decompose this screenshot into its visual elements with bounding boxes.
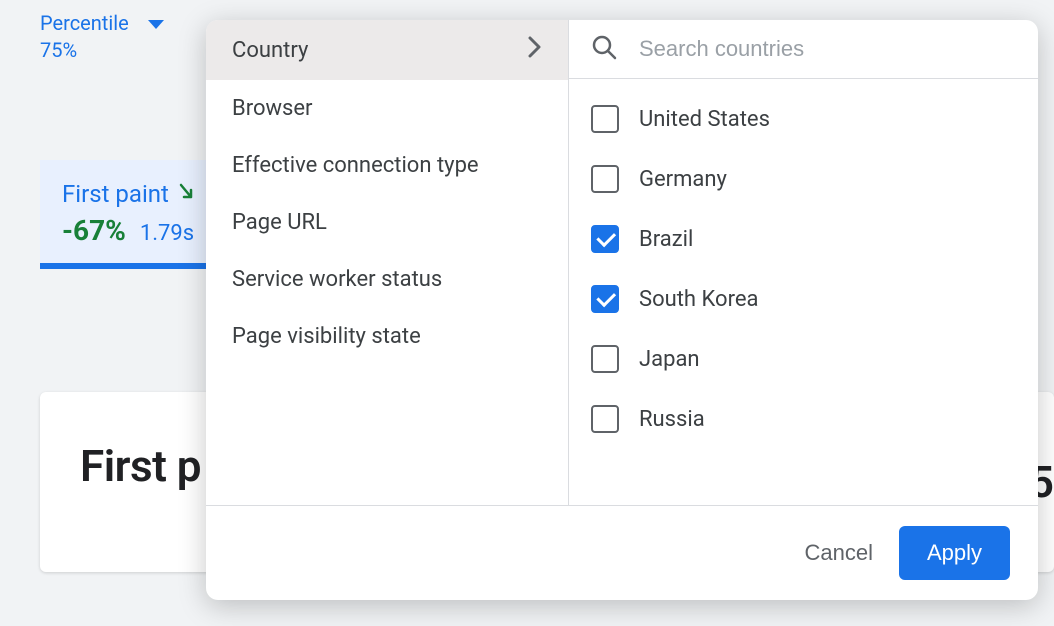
checkbox-icon [591, 105, 619, 133]
percentile-value: 75% [40, 37, 129, 64]
options-list: United States Germany Brazil South Korea… [569, 79, 1038, 505]
dialog-body: Country Browser Effective connection typ… [206, 20, 1038, 505]
option-japan[interactable]: Japan [591, 329, 1016, 389]
option-south-korea[interactable]: South Korea [591, 269, 1016, 329]
trend-down-icon [179, 183, 199, 205]
filter-category-browser[interactable]: Browser [206, 80, 568, 137]
option-label: Brazil [639, 227, 693, 252]
percentile-label: Percentile [40, 10, 129, 37]
checkbox-checked-icon [591, 225, 619, 253]
metric-title: First paint [62, 180, 169, 208]
dialog-footer: Cancel Apply [206, 505, 1038, 600]
filter-category-page-url[interactable]: Page URL [206, 194, 568, 251]
checkbox-checked-icon [591, 285, 619, 313]
search-icon [591, 34, 617, 64]
option-united-states[interactable]: United States [591, 89, 1016, 149]
checkbox-icon [591, 345, 619, 373]
filter-category-label: Browser [232, 96, 313, 121]
filter-category-ect[interactable]: Effective connection type [206, 137, 568, 194]
filter-category-sw-status[interactable]: Service worker status [206, 251, 568, 308]
filter-category-list: Country Browser Effective connection typ… [206, 20, 569, 505]
filter-category-label: Page URL [232, 210, 327, 235]
percentile-text: Percentile 75% [40, 10, 129, 64]
caret-down-icon [147, 16, 165, 35]
metric-time: 1.79s [140, 221, 194, 246]
apply-button[interactable]: Apply [899, 526, 1010, 580]
filter-category-label: Service worker status [232, 267, 442, 292]
percentile-dropdown[interactable]: Percentile 75% [40, 10, 165, 64]
cancel-button[interactable]: Cancel [804, 540, 872, 566]
filter-category-visibility[interactable]: Page visibility state [206, 308, 568, 365]
option-label: Germany [639, 167, 727, 192]
option-brazil[interactable]: Brazil [591, 209, 1016, 269]
option-label: United States [639, 107, 770, 132]
checkbox-icon [591, 165, 619, 193]
filter-category-label: Page visibility state [232, 324, 421, 349]
search-input[interactable] [639, 36, 1016, 62]
filter-category-label: Country [232, 38, 308, 63]
filter-category-label: Effective connection type [232, 153, 479, 178]
chevron-right-icon [528, 36, 542, 64]
checkbox-icon [591, 405, 619, 433]
filter-dialog: Country Browser Effective connection typ… [206, 20, 1038, 600]
filter-options-panel: United States Germany Brazil South Korea… [569, 20, 1038, 505]
metric-delta: -67% [62, 214, 126, 247]
search-row [569, 20, 1038, 79]
option-label: South Korea [639, 287, 758, 312]
option-russia[interactable]: Russia [591, 389, 1016, 449]
filter-category-country[interactable]: Country [206, 20, 568, 80]
option-label: Japan [639, 347, 700, 372]
option-germany[interactable]: Germany [591, 149, 1016, 209]
option-label: Russia [639, 407, 705, 432]
